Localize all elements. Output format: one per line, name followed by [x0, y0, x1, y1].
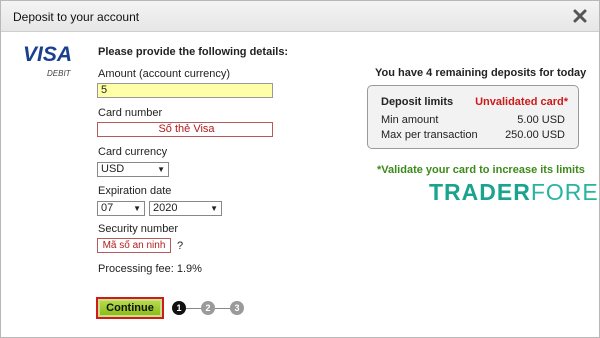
dialog-title: Deposit to your account [13, 10, 140, 24]
continue-button-label: Continue [100, 301, 160, 315]
visa-logo: VISA [23, 43, 73, 66]
amount-input[interactable]: 5 [97, 83, 273, 98]
chevron-down-icon: ▼ [210, 204, 218, 213]
max-amount-value: 250.00 USD [505, 129, 565, 141]
currency-select-value: USD [101, 163, 125, 175]
step-connector [215, 308, 230, 309]
step-indicator-3: 3 [230, 301, 244, 315]
security-number-input[interactable]: Mã số an ninh [97, 238, 171, 253]
expiration-year-value: 2020 [153, 202, 178, 214]
currency-select[interactable]: USD ▼ [97, 162, 169, 177]
expiration-year-select[interactable]: 2020 ▼ [149, 201, 222, 216]
form-heading: Please provide the following details: [98, 46, 289, 58]
deposit-limits-panel: Deposit limits Unvalidated card* Min amo… [367, 85, 579, 149]
close-icon[interactable] [571, 7, 589, 25]
step-indicator-1: 1 [172, 301, 186, 315]
min-amount-label: Min amount [381, 114, 439, 126]
chevron-down-icon: ▼ [157, 165, 165, 174]
currency-label: Card currency [98, 146, 168, 158]
deposit-dialog: Deposit to your account VISA DEBIT Pleas… [0, 0, 600, 338]
security-help-link[interactable]: ? [177, 240, 183, 252]
min-amount-value: 5.00 USD [517, 114, 565, 126]
traderforex-watermark: TRADERFOREX [429, 179, 600, 206]
step-connector [186, 308, 201, 309]
processing-fee: Processing fee: 1.9% [98, 263, 202, 275]
max-amount-label: Max per transaction [381, 129, 478, 141]
amount-label: Amount (account currency) [98, 68, 231, 80]
security-label: Security number [98, 223, 179, 235]
expiration-month-value: 07 [101, 202, 114, 214]
validate-card-note: *Validate your card to increase its limi… [377, 164, 585, 176]
watermark-bold-text: TRADER [429, 179, 531, 205]
step-indicator-2: 2 [201, 301, 215, 315]
continue-button[interactable]: Continue [96, 297, 164, 319]
chevron-down-icon: ▼ [133, 204, 141, 213]
expiration-month-select[interactable]: 07 ▼ [97, 201, 145, 216]
expiration-label: Expiration date [98, 185, 172, 197]
dialog-titlebar: Deposit to your account [1, 1, 599, 32]
card-type-label: DEBIT [47, 69, 71, 78]
deposit-limits-title: Deposit limits [381, 96, 454, 108]
card-number-label: Card number [98, 107, 163, 119]
card-status-badge: Unvalidated card* [475, 96, 568, 108]
card-number-input[interactable]: Số thẻ Visa [97, 122, 273, 137]
remaining-deposits-text: You have 4 remaining deposits for today [375, 67, 587, 79]
watermark-thin-text: FOREX [530, 179, 600, 205]
